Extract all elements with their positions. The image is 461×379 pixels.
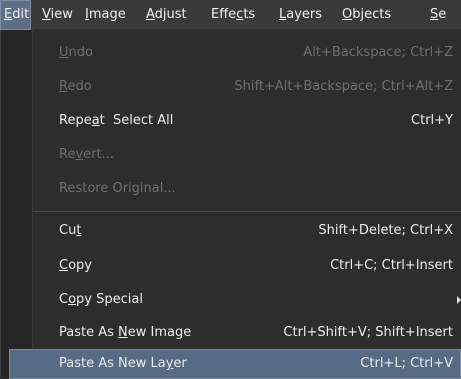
label-pre: C [59, 292, 69, 307]
label-pre: Repe [59, 113, 92, 128]
menu-item-copy-special[interactable]: Copy Special [1, 285, 461, 315]
menu-item-label: Copy Special [59, 285, 143, 315]
menu-item-restore-original[interactable]: Restore Original... [1, 174, 461, 204]
menu-item-label: Revert... [59, 140, 114, 170]
menu-layers[interactable]: Layers [279, 0, 322, 30]
label-post: py Special [76, 292, 143, 307]
label-pre: Restore Original... [59, 181, 176, 196]
menu-objects-post: bjects [352, 7, 392, 22]
menu-item-revert[interactable]: Revert... [1, 140, 461, 170]
menu-item-repeat[interactable]: Repeat Select All Ctrl+Y [1, 106, 461, 136]
menu-item-label: Repeat Select All [59, 106, 173, 136]
menu-layers-post: ayers [286, 7, 323, 22]
menu-view-post: iew [50, 7, 73, 22]
label-post: opy [68, 258, 92, 273]
menu-item-undo[interactable]: Undo Alt+Backspace; Ctrl+Z [1, 38, 461, 68]
menu-objects-mnemonic: O [342, 7, 353, 22]
menu-item-shortcut: Ctrl+L; Ctrl+V [360, 356, 453, 371]
menu-objects[interactable]: Objects [342, 0, 391, 30]
label-mnemonic: C [59, 258, 69, 273]
menu-item-label: Undo [59, 38, 93, 68]
menu-item-shortcut: Shift+Delete; Ctrl+X [318, 223, 453, 238]
label-pre: Cu [59, 223, 77, 238]
menu-item-label: Paste As New Layer [59, 349, 187, 379]
label-post: edo [67, 79, 92, 94]
label-mnemonic: o [68, 292, 77, 307]
menu-bar: Edit View Image Adjust Effects Layers Ob… [0, 0, 461, 30]
menu-item-label: Restore Original... [59, 174, 176, 204]
menu-item-paste-as-new-image[interactable]: Paste As New Image Ctrl+Shift+V; Shift+I… [1, 318, 461, 348]
menu-edit-mnemonic: E [4, 7, 13, 22]
menu-adjust[interactable]: Adjust [146, 0, 187, 30]
menu-item-redo[interactable]: Redo Shift+Alt+Backspace; Ctrl+Alt+Z [1, 72, 461, 102]
menu-item-label: Cut [59, 216, 81, 246]
menu-image[interactable]: Image [85, 0, 126, 30]
label-mnemonic: U [59, 45, 69, 60]
menu-edit[interactable]: Edit [0, 0, 31, 30]
menu-view-mnemonic: V [42, 7, 51, 22]
label-pre: Re [59, 147, 76, 162]
menu-view[interactable]: View [42, 0, 73, 30]
menu-selections-post: e [438, 7, 447, 22]
menu-item-copy[interactable]: Copy Ctrl+C; Ctrl+Insert [1, 251, 461, 281]
label-mnemonic: v [75, 147, 84, 162]
menu-effects-pre: Effe [211, 7, 237, 22]
menu-item-label: Paste As New Image [59, 318, 191, 348]
label-post: er [173, 356, 187, 371]
menu-edit-post: dit [12, 7, 30, 22]
menu-item-shortcut: Ctrl+Shift+V; Shift+Insert [283, 325, 453, 340]
label-post: ew Image [127, 325, 192, 340]
label-pre: Paste As [59, 325, 119, 340]
menu-effects[interactable]: Effects [211, 0, 255, 30]
menu-item-cut[interactable]: Cut Shift+Delete; Ctrl+X [1, 216, 461, 246]
submenu-arrow-icon [457, 296, 461, 304]
menu-adjust-mnemonic: A [146, 7, 155, 22]
label-post: ndo [68, 45, 93, 60]
menu-image-post: mage [88, 7, 126, 22]
menu-item-shortcut: Ctrl+Y [411, 113, 453, 128]
menu-item-shortcut: Shift+Alt+Backspace; Ctrl+Alt+Z [234, 79, 453, 94]
menu-selections[interactable]: Se [430, 0, 446, 30]
label-mnemonic: t [76, 223, 82, 238]
menu-adjust-post: djust [154, 7, 187, 22]
menu-separator [33, 211, 461, 212]
label-mnemonic: a [91, 113, 100, 128]
edit-dropdown-menu: Undo Alt+Backspace; Ctrl+Z Redo Shift+Al… [0, 30, 461, 379]
menu-item-shortcut: Alt+Backspace; Ctrl+Z [303, 45, 453, 60]
menu-item-paste-as-new-layer[interactable]: Paste As New Layer Ctrl+L; Ctrl+V [9, 349, 461, 379]
menu-item-shortcut: Ctrl+C; Ctrl+Insert [330, 258, 453, 273]
menu-item-label: Copy [59, 251, 92, 281]
menu-effects-post: ts [243, 7, 256, 22]
menu-item-label: Redo [59, 72, 92, 102]
label-mnemonic: N [118, 325, 128, 340]
label-pre: Paste As New La [59, 356, 166, 371]
label-post: t Select All [99, 113, 174, 128]
label-post: ert... [83, 147, 114, 162]
